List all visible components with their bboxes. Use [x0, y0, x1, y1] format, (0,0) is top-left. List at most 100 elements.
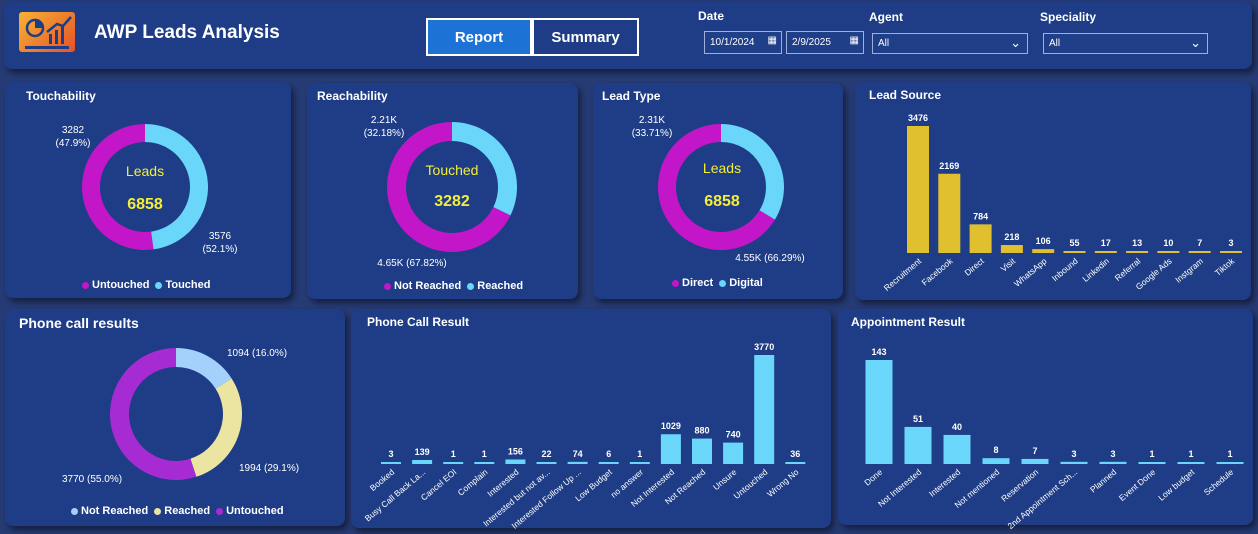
pie-slice-not-reached	[176, 348, 232, 389]
phone-call-result-data-label: 1	[451, 449, 456, 459]
phone-call-result-tick-label: Booked	[368, 467, 397, 493]
phone-call-result-bar	[567, 461, 588, 464]
lead-source-tick-label: Linkedin	[1080, 256, 1111, 284]
phone-call-result-bar	[381, 462, 401, 464]
lead-source-data-label: 784	[973, 211, 988, 221]
phone-call-result-bar	[692, 438, 712, 464]
appointment-result-tick-label: Low budget	[1156, 466, 1197, 502]
appointment-result-bar	[1099, 461, 1127, 464]
lead-source-data-label: 17	[1101, 238, 1111, 248]
lead-source-tick-label: Tiktok	[1213, 255, 1237, 278]
lead-source-tick-label: Visit	[999, 255, 1018, 273]
data-label-untouched: 3770 (55.0%)	[62, 474, 122, 485]
appointment-result-tick-label: Not Interested	[876, 467, 924, 509]
phone-call-result-data-label: 156	[508, 446, 523, 456]
phone-call-result-bar	[723, 442, 744, 464]
appointment-result-bar	[1021, 458, 1049, 464]
phone-call-result-data-label: 1	[637, 449, 642, 459]
lead-source-bar	[1188, 251, 1211, 253]
appointment-result-bar	[982, 458, 1010, 464]
appointment-result-data-label: 40	[952, 422, 962, 432]
phone-call-result-bar	[412, 459, 433, 464]
phone-call-result-data-label: 139	[415, 447, 430, 457]
lead-source-tick-label: Inbound	[1050, 256, 1080, 284]
data-label-reached: 2.21K (32.18%)	[364, 115, 405, 139]
lead-source-data-label: 2169	[939, 161, 959, 171]
lead-source-data-label: 7	[1197, 238, 1202, 248]
lead-source-tick-label: Facebook	[920, 255, 956, 287]
phone-call-result-bar	[660, 434, 681, 464]
phone-call-result-tick-label: Unsure	[711, 467, 739, 492]
appointment-result-bar	[1216, 462, 1244, 464]
lead-source-data-label: 218	[1004, 232, 1019, 242]
appointment-result-data-label: 1	[1227, 449, 1232, 459]
appointment-result-data-label: 1	[1149, 449, 1154, 459]
phone-call-result-tick-label: Complain	[456, 467, 490, 498]
appointment-result-tick-label: Done	[862, 467, 884, 488]
phone-call-result-bar	[754, 355, 775, 464]
appointment-result-data-label: 1	[1188, 449, 1193, 459]
phone-call-result-data-label: 3	[388, 449, 393, 459]
lead-source-data-label: 13	[1132, 238, 1142, 248]
appointment-result-bar	[1060, 461, 1088, 464]
phone-call-result-data-label: 36	[790, 449, 800, 459]
charts-layer: Leads68583282 (47.9%)3576 (52.1%)Touched32…	[55, 113, 1244, 531]
donut-center-value: 6858	[704, 193, 740, 210]
appointment-result-bar	[943, 434, 971, 464]
pie-slice-untouched	[110, 348, 197, 481]
data-label-reached: 1994 (29.1%)	[239, 463, 299, 474]
lead-source-tick-label: WhatsApp	[1012, 256, 1049, 289]
appointment-result-tick-label: Schedule	[1202, 467, 1236, 498]
phone-call-result-bar	[629, 462, 650, 464]
lead-source-data-label: 10	[1163, 238, 1173, 248]
lead-source-bar	[1063, 250, 1086, 253]
phone-call-result-bar	[598, 462, 619, 464]
appointment-result-tick-label: Interested	[927, 467, 963, 499]
donut-center-label: Leads	[703, 160, 741, 176]
lead-source-data-label: 3	[1228, 238, 1233, 248]
phone-call-result-data-label: 1	[482, 449, 487, 459]
lead-source-data-label: 3476	[908, 113, 928, 123]
appointment-result-bar	[1177, 462, 1205, 464]
phone-call-result-data-label: 6	[606, 449, 611, 459]
phone-call-result-tick-label: Wrong No	[765, 467, 801, 499]
lead-source-bar	[1157, 251, 1180, 253]
appointment-result-tick-label: 2nd Appointment Sch...	[1006, 467, 1080, 531]
pie-slice-reached	[190, 378, 243, 477]
lead-source-tick-label: Referral	[1113, 256, 1143, 283]
lead-source-bar	[1000, 245, 1023, 253]
appointment-result-tick-label: Planned	[1088, 467, 1119, 495]
appointment-result-data-label: 3	[1071, 449, 1076, 459]
phone-call-result-data-label: 74	[573, 449, 583, 459]
pie-slice-untouched	[82, 124, 154, 250]
donut-center-label: Leads	[126, 163, 164, 179]
data-label-digital: 2.31K (33.71%)	[632, 115, 673, 139]
data-label-touched: 3282 (47.9%)	[55, 125, 90, 149]
phone-call-result-data-label: 1029	[661, 421, 681, 431]
phone-call-result-data-label: 880	[694, 426, 709, 436]
phone-call-result-data-label: 740	[726, 430, 741, 440]
phone-call-result-tick-label: Untouched	[732, 467, 770, 501]
phone-call-result-data-label: 22	[541, 449, 551, 459]
lead-source-tick-label: Instgram	[1173, 256, 1205, 285]
phone-call-result-bar	[474, 462, 495, 464]
appointment-result-bar	[865, 360, 893, 464]
lead-source-bar	[1220, 251, 1242, 253]
lead-source-tick-label: Direct	[962, 255, 986, 277]
appointment-result-data-label: 143	[871, 347, 886, 357]
lead-source-bar	[907, 126, 929, 253]
data-label-direct: 4.55K (66.29%)	[735, 253, 805, 264]
lead-source-bar	[1032, 249, 1055, 253]
lead-source-bar	[938, 173, 961, 253]
phone-call-result-bar	[505, 459, 526, 464]
appointment-result-tick-label: Event Done	[1117, 467, 1158, 503]
donut-center-value: 3282	[434, 193, 470, 210]
appointment-result-data-label: 3	[1110, 449, 1115, 459]
appointment-result-bar	[1138, 462, 1166, 464]
phone-call-result-data-label: 3770	[754, 342, 774, 352]
appointment-result-data-label: 51	[913, 414, 923, 424]
lead-source-data-label: 55	[1069, 238, 1079, 248]
lead-source-bar	[1126, 251, 1149, 253]
data-label-not-reached: 1094 (16.0%)	[227, 348, 287, 359]
appointment-result-bar	[904, 426, 932, 464]
